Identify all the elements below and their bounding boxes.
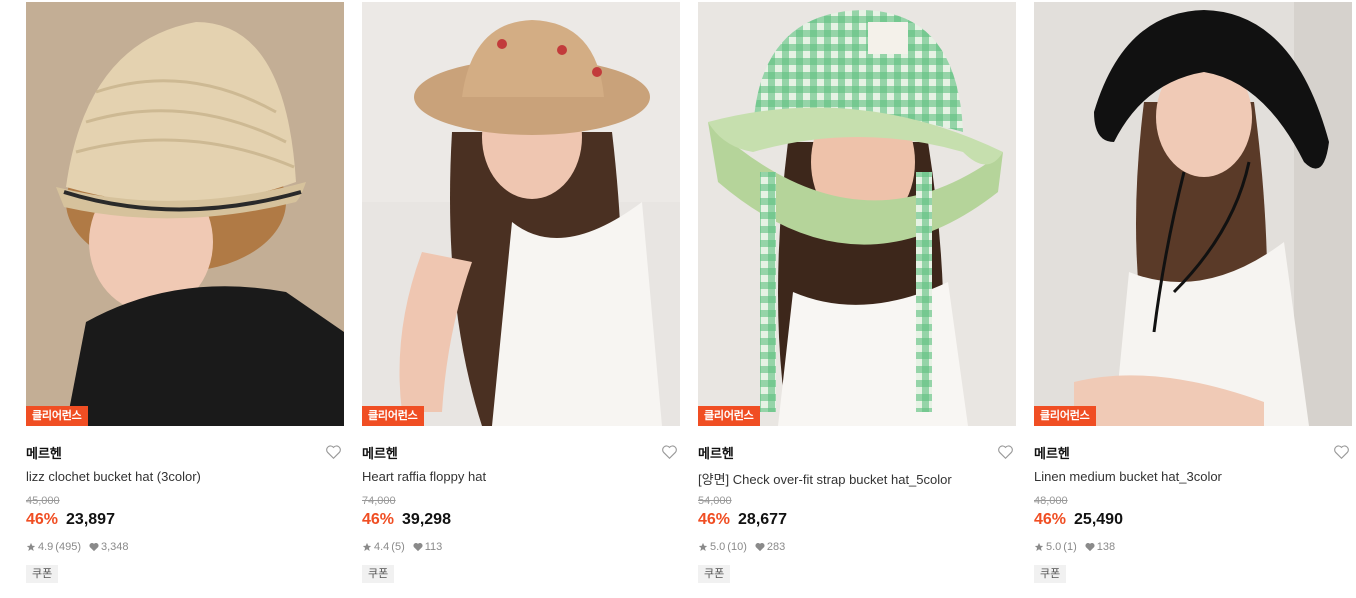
product-card[interactable]: 클리어런스 메르헨 Linen medium bucket hat_3color… (1034, 2, 1352, 583)
coupon-tag: 쿠폰 (1034, 565, 1067, 583)
product-image[interactable]: 클리어런스 (362, 2, 680, 426)
product-name[interactable]: Heart raffia floppy hat (362, 469, 680, 487)
coupon-tag: 쿠폰 (26, 565, 59, 583)
coupon-tag: 쿠폰 (362, 565, 395, 583)
clearance-badge: 클리어런스 (26, 406, 88, 426)
wishlist-heart-icon[interactable] (1332, 443, 1350, 461)
review-count: (10) (727, 541, 747, 553)
original-price: 45,000 (26, 495, 60, 507)
like-count: 138 (1096, 541, 1116, 553)
brand-name[interactable]: 메르헨 (1034, 443, 1070, 462)
like-count: 113 (424, 541, 443, 553)
discount-rate: 46% (362, 511, 395, 528)
original-price: 48,000 (1034, 495, 1068, 507)
product-card[interactable]: 클리어런스 메르헨 Heart raffia floppy hat 74,000… (362, 2, 680, 583)
sale-price: 28,677 (738, 511, 787, 528)
clearance-badge: 클리어런스 (698, 406, 760, 426)
product-image[interactable]: 클리어런스 (698, 2, 1016, 426)
star-icon (362, 542, 372, 552)
clearance-badge: 클리어런스 (1034, 406, 1096, 426)
rating-value: 4.4 (374, 541, 390, 553)
product-name[interactable]: lizz clochet bucket hat (3color) (26, 469, 344, 487)
product-grid: 클리어런스 메르헨 lizz clochet bucket hat (3colo… (26, 2, 1352, 583)
wishlist-heart-icon[interactable] (660, 443, 678, 461)
sale-price: 23,897 (66, 511, 115, 528)
like-count: 283 (766, 541, 786, 553)
clearance-badge: 클리어런스 (362, 406, 424, 426)
coupon-tag: 쿠폰 (698, 565, 731, 583)
product-image[interactable]: 클리어런스 (1034, 2, 1352, 426)
sale-price: 39,298 (402, 511, 451, 528)
rating-value: 5.0 (710, 541, 726, 553)
discount-rate: 46% (698, 511, 731, 528)
original-price: 74,000 (362, 495, 396, 507)
star-icon (698, 542, 708, 552)
like-count: 3,348 (100, 541, 129, 553)
product-card[interactable]: 클리어런스 메르헨 lizz clochet bucket hat (3colo… (26, 2, 344, 583)
product-card[interactable]: 클리어런스 메르헨 [양면] Check over-fit strap buck… (698, 2, 1016, 583)
review-count: (495) (55, 541, 81, 553)
discount-rate: 46% (26, 511, 59, 528)
product-name[interactable]: [양면] Check over-fit strap bucket hat_5co… (698, 469, 1016, 487)
original-price: 54,000 (698, 495, 732, 507)
heart-count-icon (1085, 542, 1095, 552)
review-count: (5) (391, 541, 405, 553)
product-name[interactable]: Linen medium bucket hat_3color (1034, 469, 1352, 487)
discount-rate: 46% (1034, 511, 1067, 528)
brand-name[interactable]: 메르헨 (362, 443, 398, 462)
heart-count-icon (89, 542, 99, 552)
product-image[interactable]: 클리어런스 (26, 2, 344, 426)
star-icon (1034, 542, 1044, 552)
rating-value: 5.0 (1046, 541, 1062, 553)
sale-price: 25,490 (1074, 511, 1123, 528)
rating-value: 4.9 (38, 541, 54, 553)
review-count: (1) (1063, 541, 1077, 553)
star-icon (26, 542, 36, 552)
wishlist-heart-icon[interactable] (324, 443, 342, 461)
heart-count-icon (755, 542, 765, 552)
wishlist-heart-icon[interactable] (996, 443, 1014, 461)
brand-name[interactable]: 메르헨 (698, 443, 734, 462)
brand-name[interactable]: 메르헨 (26, 443, 62, 462)
heart-count-icon (413, 542, 423, 552)
